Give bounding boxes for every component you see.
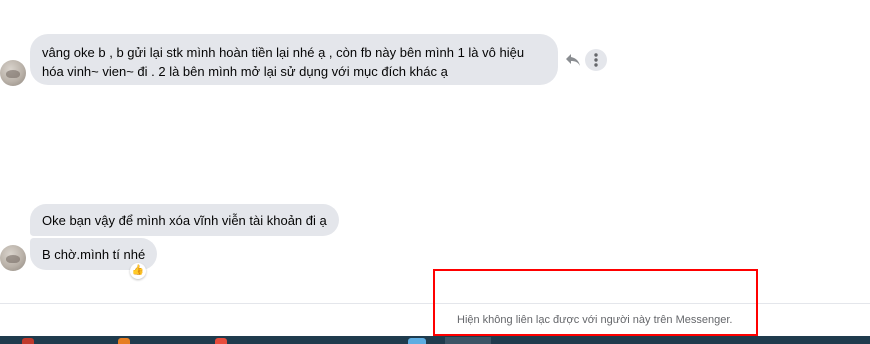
reaction-emoji: 👍 [131, 265, 145, 276]
vertical-dots-icon [594, 53, 598, 67]
thumbs-up-reaction-icon[interactable]: 👍 [130, 263, 146, 279]
reply-icon[interactable] [564, 51, 582, 69]
message-bubble[interactable]: vâng oke b , b gửi lại stk mình hoàn tiề… [30, 34, 558, 85]
reply-arrow-icon [566, 54, 580, 66]
taskbar-app-icon[interactable] [118, 338, 130, 344]
message-bubble[interactable]: Oke bạn vậy để mình xóa vĩnh viễn tài kh… [30, 204, 339, 236]
taskbar-app-icon[interactable] [445, 337, 491, 344]
taskbar-app-icon[interactable] [408, 338, 426, 344]
avatar[interactable] [0, 60, 26, 86]
taskbar-app-icon[interactable] [22, 338, 34, 344]
more-options-icon[interactable] [585, 49, 607, 71]
unavailable-notice: Hiện không liên lạc được với người này t… [457, 314, 733, 326]
taskbar [0, 336, 870, 344]
avatar[interactable] [0, 245, 26, 271]
taskbar-app-icon[interactable] [215, 338, 227, 344]
